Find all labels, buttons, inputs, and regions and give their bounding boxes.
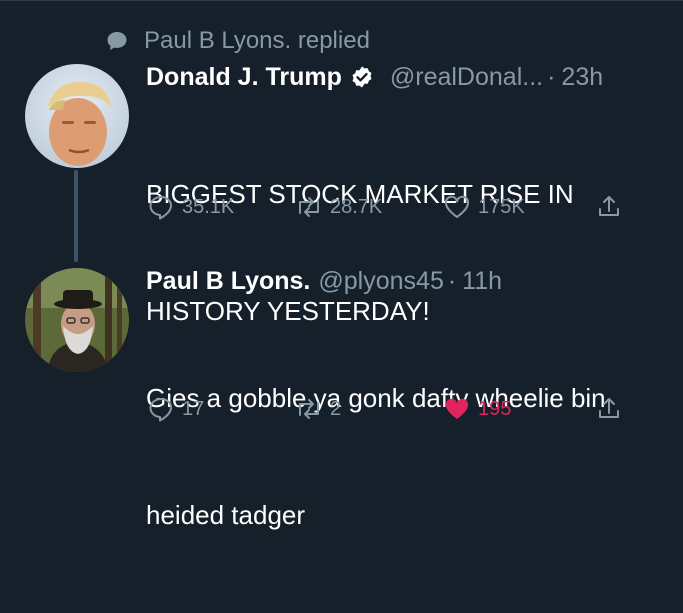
retweet-icon xyxy=(294,192,324,222)
reply-context[interactable]: Paul B Lyons. replied xyxy=(104,26,370,56)
retweet-icon xyxy=(294,394,324,424)
display-name[interactable]: Donald J. Trump xyxy=(146,63,342,92)
avatar-donald-trump[interactable] xyxy=(25,64,129,168)
user-handle[interactable]: @realDonal... xyxy=(390,63,543,92)
reply-context-text: Paul B Lyons. replied xyxy=(144,27,370,54)
tweet-1-actions: 35.1K 28.7K 175K xyxy=(146,190,636,224)
timestamp[interactable]: 11h xyxy=(462,267,502,296)
separator-dot: · xyxy=(547,62,556,91)
retweet-button[interactable]: 2 xyxy=(294,392,341,426)
user-handle[interactable]: @plyons45 xyxy=(318,267,443,296)
share-icon xyxy=(594,192,624,222)
tweet-text-line: heided tadger xyxy=(146,500,306,530)
reply-button[interactable]: 17 xyxy=(146,392,204,426)
like-count: 195 xyxy=(478,397,512,420)
heart-filled-icon xyxy=(442,394,472,424)
tweet-header: Paul B Lyons. @plyons45 · 11h xyxy=(146,264,683,298)
share-button[interactable] xyxy=(594,392,630,426)
display-name[interactable]: Paul B Lyons. xyxy=(146,267,310,296)
timestamp[interactable]: 23h xyxy=(561,63,603,92)
share-icon xyxy=(594,394,624,424)
thread-connector-line xyxy=(74,170,78,262)
tweet-header: Donald J. Trump @realDonal... · 23h xyxy=(146,60,683,94)
verified-badge-icon xyxy=(350,65,374,89)
like-count: 175K xyxy=(478,195,525,218)
retweet-button[interactable]: 28.7K xyxy=(294,190,382,224)
retweet-count: 2 xyxy=(330,397,342,420)
avatar-paul-lyons[interactable] xyxy=(25,268,129,372)
like-button[interactable]: 195 xyxy=(442,392,511,426)
heart-outline-icon xyxy=(442,192,472,222)
top-divider xyxy=(0,0,683,1)
retweet-count: 28.7K xyxy=(330,195,383,218)
share-button[interactable] xyxy=(594,190,630,224)
reply-count: 35.1K xyxy=(182,195,235,218)
speech-bubble-icon xyxy=(104,28,130,54)
reply-icon xyxy=(146,192,176,222)
like-button[interactable]: 175K xyxy=(442,190,525,224)
tweet-2-actions: 17 2 195 xyxy=(146,392,636,426)
tweet-text: Gies a gobble ya gonk dafty wheelie bin … xyxy=(146,301,683,613)
reply-button[interactable]: 35.1K xyxy=(146,190,234,224)
separator-dot: · xyxy=(447,266,457,295)
reply-icon xyxy=(146,394,176,424)
reply-count: 17 xyxy=(182,397,205,420)
tweet-2[interactable]: Paul B Lyons. @plyons45 · 11h Gies a gob… xyxy=(146,264,683,613)
